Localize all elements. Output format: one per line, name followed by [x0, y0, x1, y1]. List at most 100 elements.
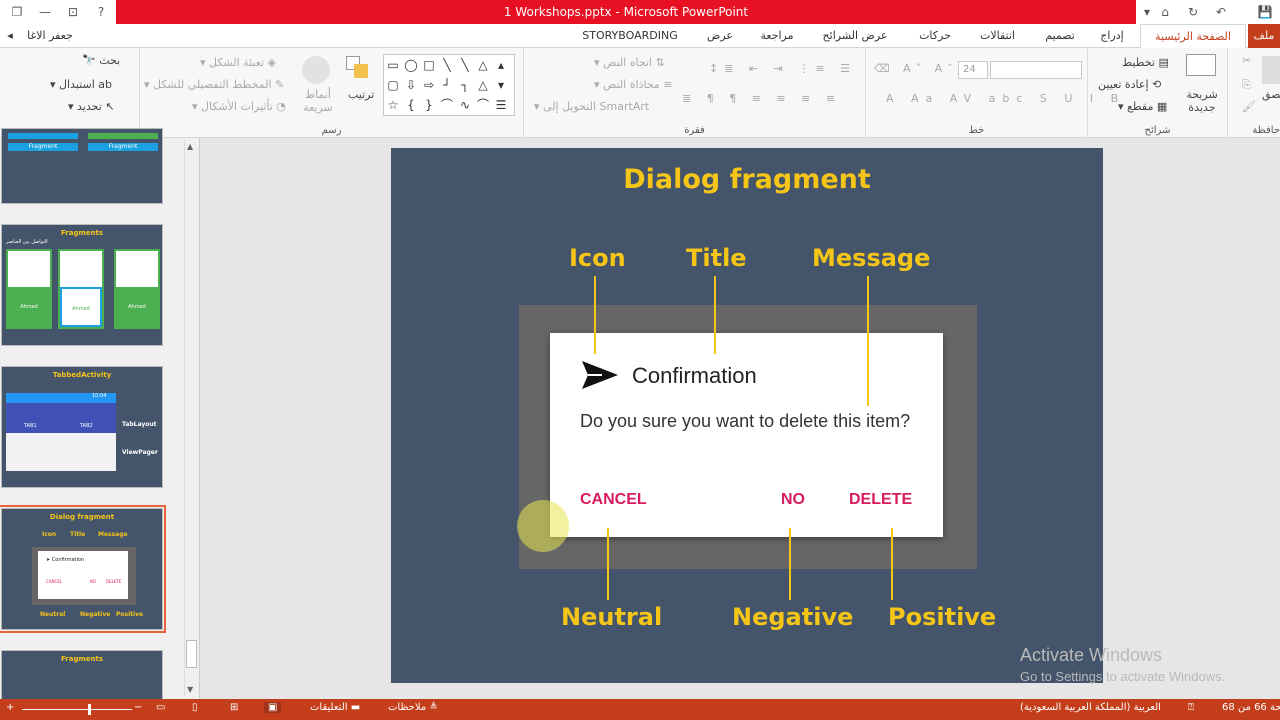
shape-outline-label: المخطط التفصيلي للشكل — [153, 78, 272, 91]
ribbon-display-icon[interactable]: ⊡ — [64, 3, 82, 21]
format-painter-icon[interactable]: 🖌 — [1242, 100, 1256, 113]
zoom-slider[interactable] — [22, 709, 132, 710]
paste-button[interactable]: لصق — [1262, 88, 1280, 101]
tab-slideshow[interactable]: عرض الشرائح — [815, 24, 895, 48]
star-icon[interactable]: ☆ — [384, 95, 402, 115]
cut-icon[interactable]: ✂ — [1242, 54, 1251, 67]
notes-button[interactable]: ملاحظات ≜ — [388, 702, 438, 713]
gallery-down-icon[interactable]: ▾ — [492, 75, 510, 95]
quick-styles-button[interactable]: أنماط سريعة — [300, 88, 336, 114]
slide-thumbnail[interactable]: Fragment Fragment — [1, 128, 163, 204]
scroll-down-icon[interactable]: ▼ — [187, 685, 193, 694]
select-button[interactable]: ▾ تحديد ↖ — [68, 100, 115, 113]
zoom-slider-thumb[interactable] — [88, 704, 91, 715]
layout-button[interactable]: تخطيط ▤ — [1122, 56, 1169, 69]
collapse-icon[interactable]: ◂ — [4, 24, 16, 48]
layout-label: تخطيط — [1122, 56, 1155, 69]
oval-icon[interactable]: ◯ — [402, 55, 420, 75]
slideshow-view-icon[interactable]: ▭ — [156, 702, 165, 713]
thumb-label: Neutral — [40, 611, 66, 618]
shape-outline-button[interactable]: ▾ المخطط التفصيلي للشكل ✎ — [144, 78, 284, 91]
tab-transitions[interactable]: انتقالات — [970, 24, 1025, 48]
rounded-rect-icon[interactable]: ▢ — [384, 75, 402, 95]
thumb-title: Fragments — [60, 229, 104, 237]
user-name[interactable]: جعفر الاغا — [20, 24, 80, 48]
gallery-more-icon[interactable]: ☰ — [492, 95, 510, 115]
help-icon[interactable]: ? — [92, 3, 110, 21]
tab-storyboarding[interactable]: STORYBOARDING — [575, 24, 685, 48]
tab-design[interactable]: تصميم — [1035, 24, 1085, 48]
sorter-view-icon[interactable]: ⊞ — [230, 702, 238, 713]
connector-icon[interactable]: ┘ — [438, 75, 456, 95]
zoom-in-icon[interactable]: + — [6, 702, 14, 713]
slide-thumbnail-selected[interactable]: Dialog fragment Icon Title Message ➤ Con… — [0, 505, 166, 633]
triangle-icon[interactable]: △ — [474, 55, 492, 75]
rectangle-icon[interactable]: □ — [420, 55, 438, 75]
curve-icon[interactable]: ∿ — [456, 95, 474, 115]
layout-icon: ▤ — [1158, 56, 1169, 69]
reading-view-icon[interactable]: ▯ — [192, 702, 198, 713]
present-icon[interactable]: ⌂ — [1156, 3, 1174, 21]
arrow-positive-label — [891, 528, 893, 600]
restore-icon[interactable]: ❐ — [8, 3, 26, 21]
font-name-box[interactable] — [990, 61, 1082, 79]
customize-icon[interactable]: ▾ — [1138, 3, 1156, 21]
thumbnail-scrollbar[interactable]: ▲ ▼ — [184, 140, 198, 696]
thumb-label: Ahmed — [60, 287, 102, 327]
font-size-box[interactable]: 24 — [958, 61, 988, 79]
slide-canvas[interactable]: Dialog fragment Icon Title Message Confi… — [391, 148, 1103, 683]
find-button[interactable]: 🔭 بحث — [82, 54, 120, 67]
align-text-button[interactable]: ▾ محاذاة النص ≡ — [594, 78, 673, 91]
slide-thumbnail[interactable]: TabbedActivity 10:04 TAB1 TAB2 TabLayout… — [1, 366, 163, 488]
tab-file[interactable]: ملف — [1248, 24, 1280, 48]
list-buttons[interactable]: ↕≣ ⇤ ⇥ ⋮≡ ☰ — [709, 62, 856, 75]
shapes-gallery[interactable]: ▭ ◯ □ ╲ ╲ △ ▴ ▢ ⇩ ⇨ ┘ ┐ △ ▾ ☆{} ⌒ ∿ ⌒ ☰ — [383, 54, 515, 116]
tab-home[interactable]: الصفحة الرئيسية — [1140, 24, 1246, 49]
line-icon[interactable]: ╲ — [438, 55, 456, 75]
brace-icon[interactable]: } — [420, 95, 438, 115]
connector-icon[interactable]: ┐ — [456, 75, 474, 95]
shape-effects-button[interactable]: ▾ تأثيرات الأشكال ◔ — [192, 100, 286, 113]
zoom-out-icon[interactable]: − — [134, 702, 142, 713]
arrow-right-icon[interactable]: ⇨ — [420, 75, 438, 95]
minimize-icon[interactable]: — — [36, 3, 54, 21]
arc-icon[interactable]: ⌒ — [438, 95, 456, 115]
scrollbar-thumb[interactable] — [186, 640, 197, 668]
curve-icon[interactable]: ⌒ — [474, 95, 492, 115]
dialog-cancel-button: CANCEL — [580, 491, 647, 508]
shape-fill-button[interactable]: ▾ تعبئة الشكل ◈ — [200, 56, 276, 69]
thumb-label: Ahmed — [8, 287, 50, 327]
notes-icon: ≜ — [429, 702, 438, 713]
brace-icon[interactable]: { — [402, 95, 420, 115]
text-direction-button[interactable]: ▾ اتجاه النص ⇅ — [594, 56, 665, 69]
undo-icon[interactable]: ↶ — [1212, 3, 1230, 21]
arrange-button[interactable]: ترتيب — [348, 88, 374, 101]
line-icon[interactable]: ╲ — [456, 55, 474, 75]
triangle-icon[interactable]: △ — [474, 75, 492, 95]
arrow-down-icon[interactable]: ⇩ — [402, 75, 420, 95]
tab-review[interactable]: مراجعة — [752, 24, 802, 48]
new-slide-button[interactable]: شريحة جديدة — [1180, 88, 1224, 114]
align-buttons[interactable]: ≣ ¶ ¶ ≡ ≡ ≡ ≡ — [682, 92, 841, 105]
normal-view-icon[interactable]: ▣ — [264, 702, 282, 713]
replace-button[interactable]: ▾ استبدال ab — [50, 78, 112, 91]
save-icon[interactable]: 💾 — [1256, 3, 1274, 21]
redo-icon[interactable]: ↻ — [1184, 3, 1202, 21]
section-button[interactable]: ▾ مقطع ▦ — [1118, 100, 1167, 113]
slide-thumbnail[interactable]: Fragments التواصل بين العناصر Ahmed Ahme… — [1, 224, 163, 346]
comments-button[interactable]: التعليقات ▬ — [310, 702, 360, 713]
label-title: Title — [686, 244, 747, 272]
rectangle-icon[interactable]: ▭ — [384, 55, 402, 75]
tab-animations[interactable]: حركات — [910, 24, 960, 48]
scroll-up-icon[interactable]: ▲ — [187, 142, 193, 151]
tab-view[interactable]: عرض — [700, 24, 740, 48]
font-tools[interactable]: ⌫ A˅ A˄ — [874, 62, 958, 75]
gallery-up-icon[interactable]: ▴ — [492, 55, 510, 75]
copy-icon[interactable]: ⎘ — [1242, 78, 1251, 92]
smartart-button[interactable]: ▾ التحويل إلى SmartArt — [534, 100, 649, 113]
language-status[interactable]: العربية (المملكة العربية السعودية) — [1020, 702, 1161, 713]
tab-insert[interactable]: إدراج — [1092, 24, 1132, 48]
spelling-icon[interactable]: ⍰ — [1188, 702, 1194, 713]
reset-button[interactable]: إعادة تعيين ⟲ — [1098, 78, 1161, 91]
paste-icon[interactable] — [1262, 56, 1280, 84]
